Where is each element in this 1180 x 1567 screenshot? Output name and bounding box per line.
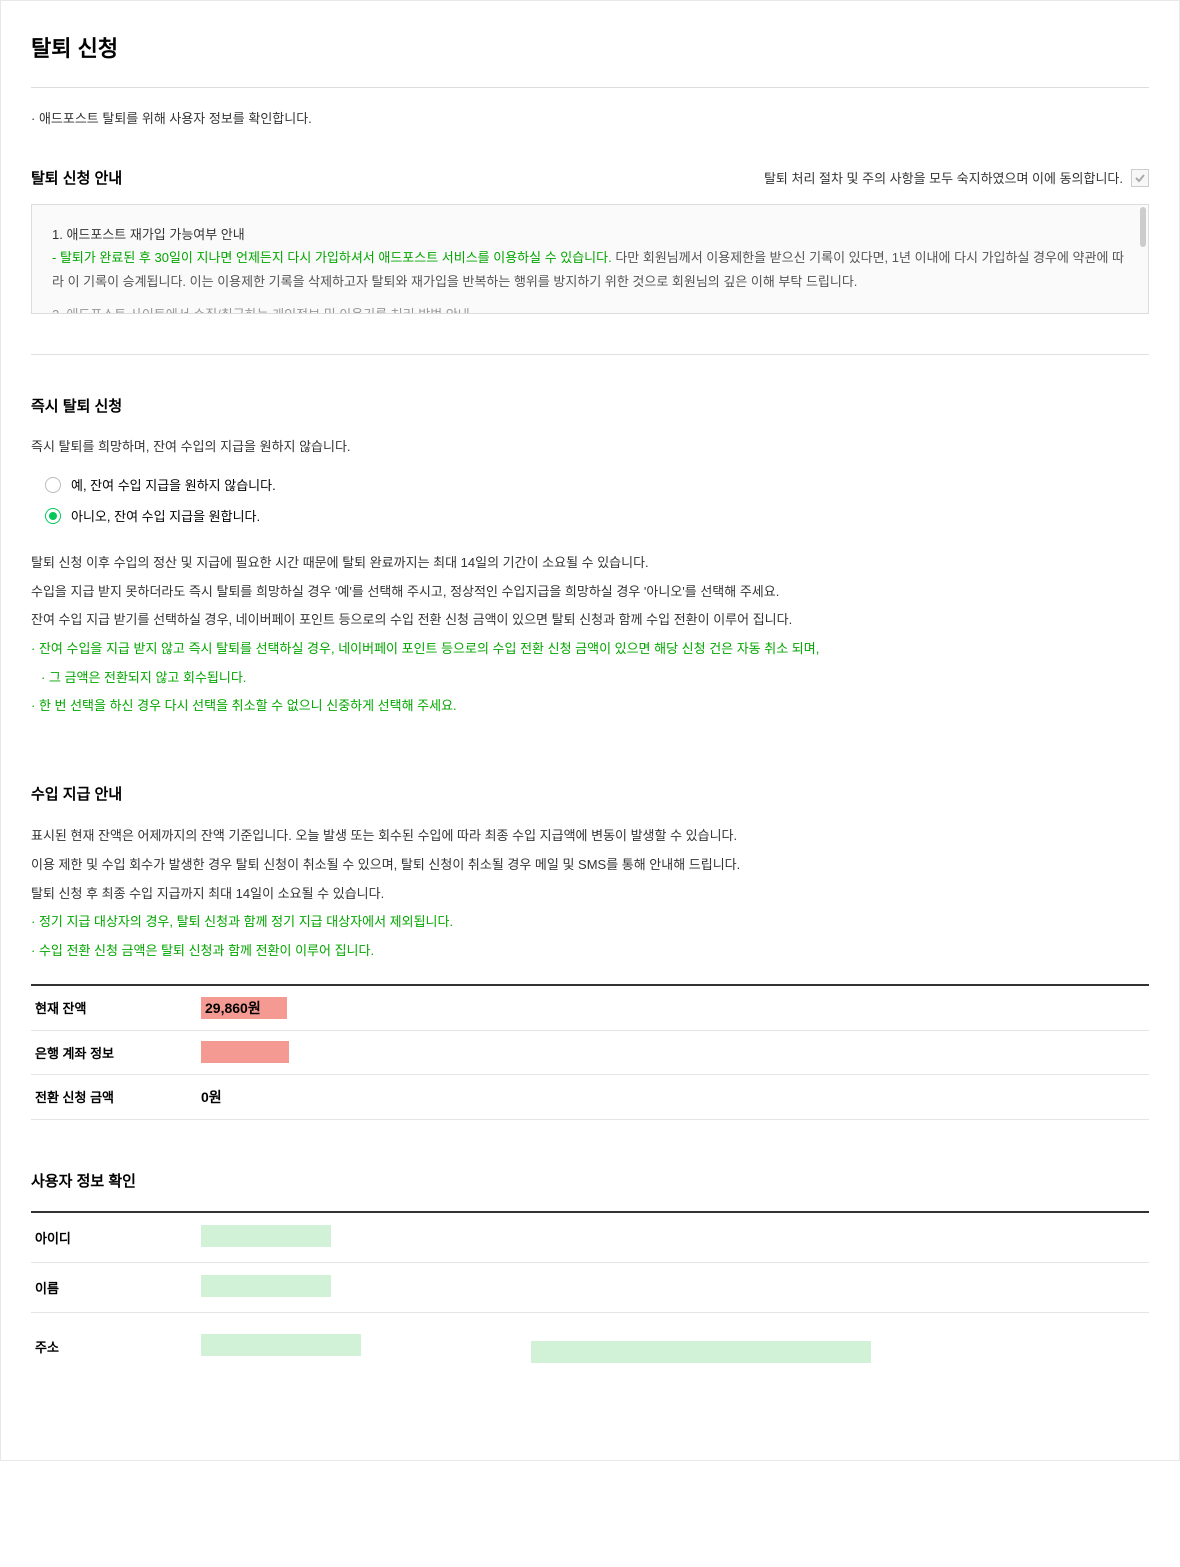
transfer-value: 0원 — [201, 1087, 222, 1107]
addr-value2-redacted — [531, 1341, 871, 1368]
name-value-redacted — [201, 1275, 331, 1300]
addr-label: 주소 — [31, 1337, 201, 1356]
consent-row[interactable]: 탈퇴 처리 절차 및 주의 사항을 모두 숙지하였으며 이에 동의합니다. — [764, 168, 1149, 187]
guide-title: 탈퇴 신청 안내 — [31, 167, 122, 188]
bank-value-redacted — [201, 1044, 289, 1060]
user-table: 아이디 이름 주소 — [31, 1211, 1149, 1380]
id-row: 아이디 — [31, 1213, 1149, 1263]
name-label: 이름 — [31, 1278, 201, 1297]
radio-icon — [45, 508, 61, 524]
notice-line-2: 2. 애드포스트 사이트에서 수집/취급하는 개인정보 및 이용기록 처리 방법… — [52, 303, 1128, 314]
addr-row: 주소 — [31, 1313, 1149, 1380]
balance-value: 29,860원 — [201, 998, 287, 1018]
transfer-label: 전환 신청 금액 — [31, 1087, 201, 1106]
immediate-p2: 수입을 지급 받지 못하더라도 즉시 탈퇴를 희망하실 경우 '예'를 선택해 … — [31, 580, 1149, 605]
id-value-redacted — [201, 1225, 331, 1250]
immediate-p1: 탈퇴 신청 이후 수입의 정산 및 지급에 필요한 시간 때문에 탈퇴 완료까지… — [31, 551, 1149, 576]
payout-g1: 정기 지급 대상자의 경우, 탈퇴 신청과 함께 정기 지급 대상자에서 제외됩… — [31, 910, 1149, 935]
immediate-g1a: 잔여 수입을 지급 받지 않고 즉시 탈퇴를 선택하실 경우, 네이버페이 포인… — [31, 637, 1149, 662]
radio-yes-label: 예, 잔여 수입 지급을 원하지 않습니다. — [71, 475, 276, 494]
notice-scrollbox[interactable]: 1. 애드포스트 재가입 가능여부 안내 - 탈퇴가 완료된 후 30일이 지나… — [31, 204, 1149, 314]
payout-p2: 이용 제한 및 수입 회수가 발생한 경우 탈퇴 신청이 취소될 수 있으며, … — [31, 853, 1149, 878]
immediate-g2: 한 번 선택을 하신 경우 다시 선택을 취소할 수 없으니 신중하게 선택해 … — [31, 694, 1149, 719]
radio-icon — [45, 477, 61, 493]
consent-checkbox[interactable] — [1131, 169, 1149, 187]
balance-label: 현재 잔액 — [31, 998, 201, 1017]
immediate-title: 즉시 탈퇴 신청 — [31, 395, 1149, 416]
intro-note: 애드포스트 탈퇴를 위해 사용자 정보를 확인합니다. — [31, 108, 1149, 127]
divider — [31, 354, 1149, 355]
radio-group: 예, 잔여 수입 지급을 원하지 않습니다. 아니오, 잔여 수입 지급을 원합… — [45, 475, 1149, 525]
radio-yes[interactable]: 예, 잔여 수입 지급을 원하지 않습니다. — [45, 475, 1149, 494]
immediate-subtitle: 즉시 탈퇴를 희망하며, 잔여 수입의 지급을 원하지 않습니다. — [31, 436, 1149, 455]
payout-title: 수입 지급 안내 — [31, 783, 1149, 804]
radio-no-label: 아니오, 잔여 수입 지급을 원합니다. — [71, 506, 260, 525]
immediate-p3: 잔여 수입 지급 받기를 선택하실 경우, 네이버페이 포인트 등으로의 수입 … — [31, 608, 1149, 633]
bank-row: 은행 계좌 정보 — [31, 1031, 1149, 1075]
payout-g2: 수입 전환 신청 금액은 탈퇴 신청과 함께 전환이 이루어 집니다. — [31, 939, 1149, 964]
immediate-g1b: 그 금액은 전환되지 않고 회수됩니다. — [31, 666, 1149, 691]
bank-label: 은행 계좌 정보 — [31, 1043, 201, 1062]
scrollbar-thumb[interactable] — [1140, 207, 1146, 247]
transfer-row: 전환 신청 금액 0원 — [31, 1075, 1149, 1120]
payout-p3: 탈퇴 신청 후 최종 수입 지급까지 최대 14일이 소요될 수 있습니다. — [31, 882, 1149, 907]
addr-value-redacted — [201, 1334, 361, 1359]
user-title: 사용자 정보 확인 — [31, 1170, 1149, 1191]
payout-p1: 표시된 현재 잔액은 어제까지의 잔액 기준입니다. 오늘 발생 또는 회수된 … — [31, 824, 1149, 849]
page-title: 탈퇴 신청 — [31, 31, 1149, 88]
notice-line-1: 1. 애드포스트 재가입 가능여부 안내 — [52, 223, 1128, 246]
consent-label: 탈퇴 처리 절차 및 주의 사항을 모두 숙지하였으며 이에 동의합니다. — [764, 168, 1123, 187]
radio-no[interactable]: 아니오, 잔여 수입 지급을 원합니다. — [45, 506, 1149, 525]
name-row: 이름 — [31, 1263, 1149, 1313]
balance-row: 현재 잔액 29,860원 — [31, 986, 1149, 1031]
payout-table: 현재 잔액 29,860원 은행 계좌 정보 전환 신청 금액 0원 — [31, 984, 1149, 1120]
notice-body-1: - 탈퇴가 완료된 후 30일이 지나면 언제든지 다시 가입하셔서 애드포스트… — [52, 246, 1128, 293]
id-label: 아이디 — [31, 1228, 201, 1247]
